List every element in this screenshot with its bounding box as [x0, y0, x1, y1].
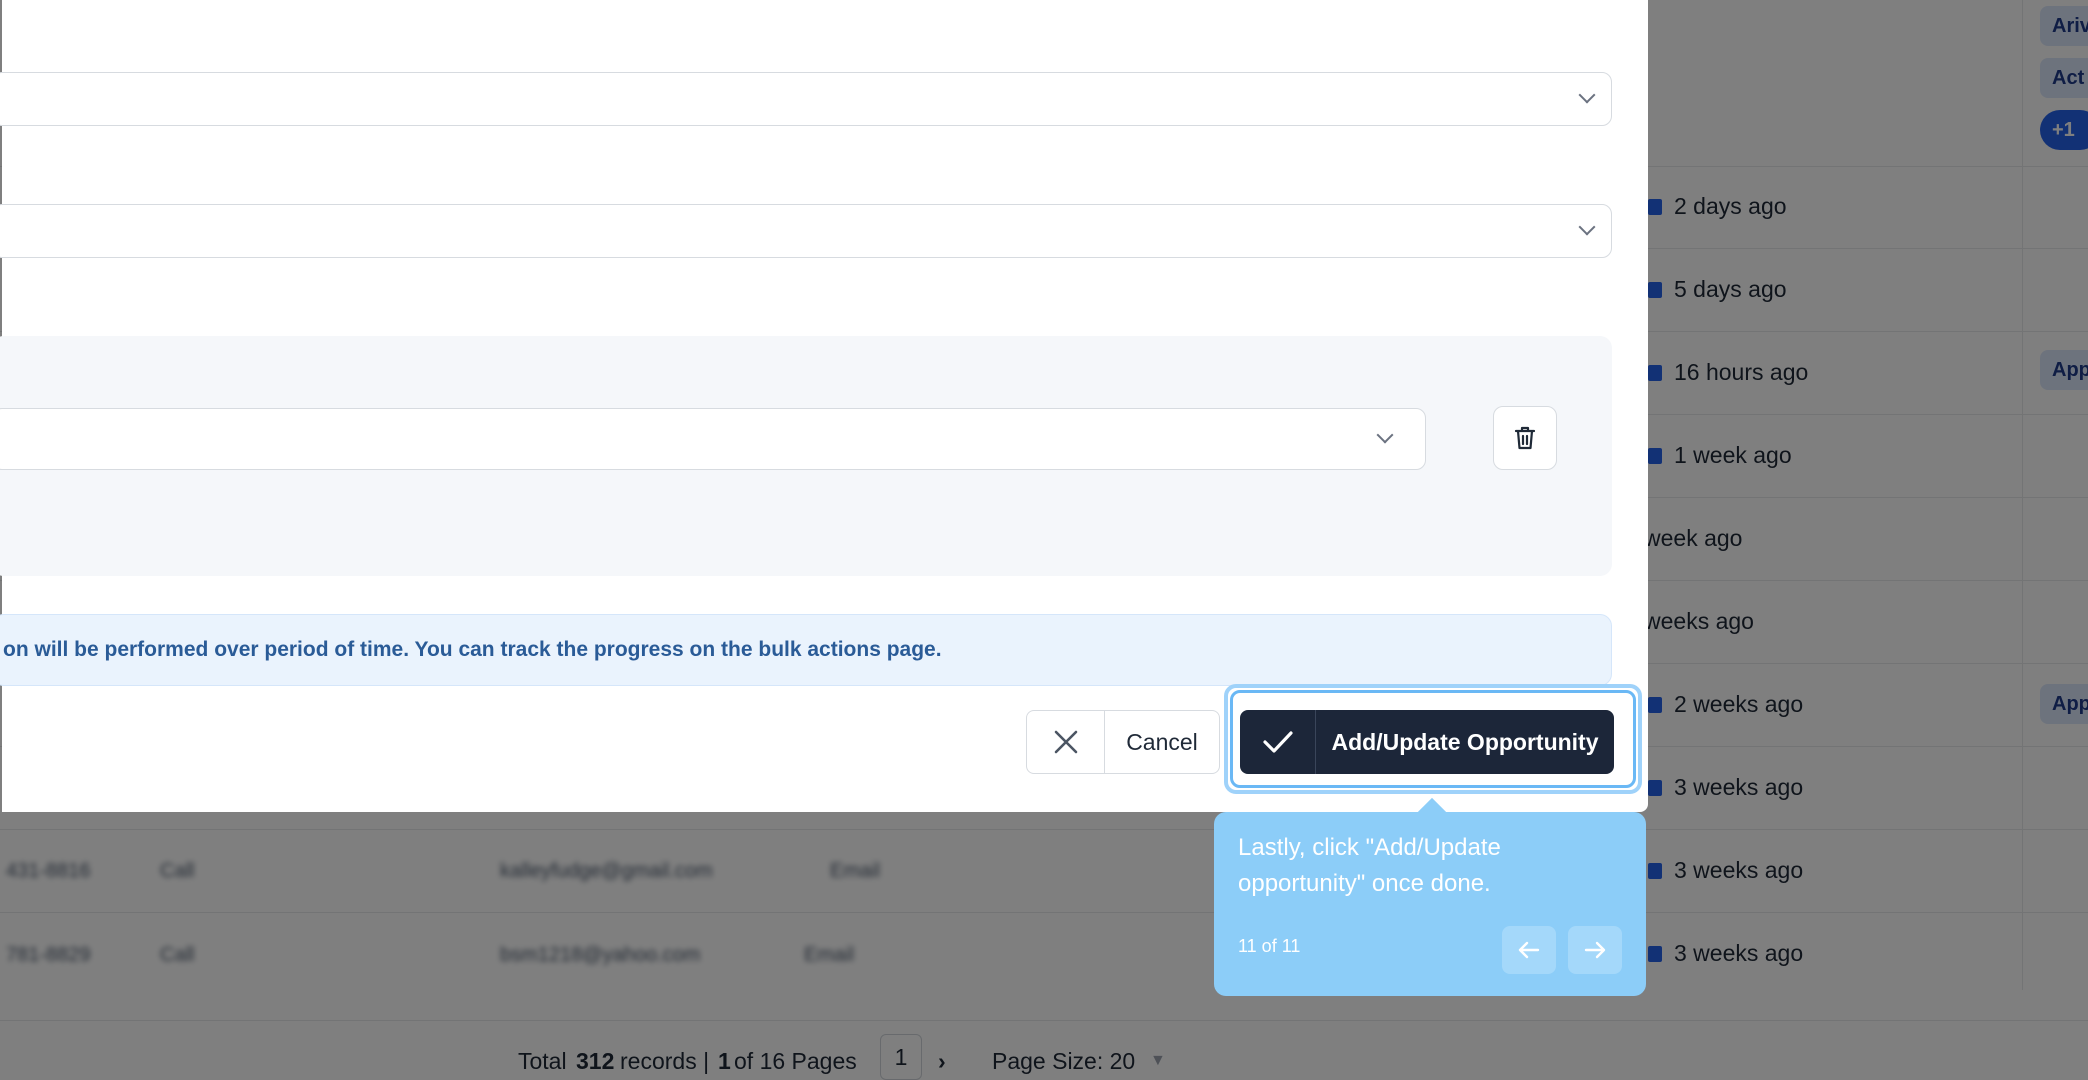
tooltip-step-counter: 11 of 11 [1238, 936, 1301, 956]
tour-next-button[interactable] [1568, 926, 1622, 974]
delete-button[interactable] [1493, 406, 1557, 470]
arrow-left-icon [1518, 941, 1540, 959]
bulk-opportunity-modal: on will be performed over period of time… [0, 0, 1648, 812]
info-text: on will be performed over period of time… [3, 638, 942, 661]
tour-tooltip: Lastly, click "Add/Update opportunity" o… [1214, 812, 1646, 996]
info-banner: on will be performed over period of time… [0, 614, 1612, 686]
chevron-down-icon [1578, 218, 1596, 236]
tour-prev-button[interactable] [1502, 926, 1556, 974]
pipeline-select[interactable] [0, 72, 1612, 126]
stage-select[interactable] [0, 204, 1612, 258]
tooltip-message: Lastly, click "Add/Update opportunity" o… [1238, 834, 1501, 897]
cancel-button[interactable]: Cancel [1026, 710, 1220, 774]
field-group [0, 336, 1612, 576]
cancel-label: Cancel [1126, 728, 1198, 755]
chevron-down-icon [1578, 86, 1596, 104]
close-icon [1027, 711, 1105, 773]
trash-icon [1514, 426, 1536, 450]
check-icon [1240, 710, 1316, 774]
field-select[interactable] [0, 408, 1426, 470]
submit-label: Add/Update Opportunity [1331, 728, 1599, 755]
arrow-right-icon [1584, 941, 1606, 959]
add-update-opportunity-button[interactable]: Add/Update Opportunity [1240, 710, 1614, 774]
chevron-down-icon [1376, 426, 1394, 444]
